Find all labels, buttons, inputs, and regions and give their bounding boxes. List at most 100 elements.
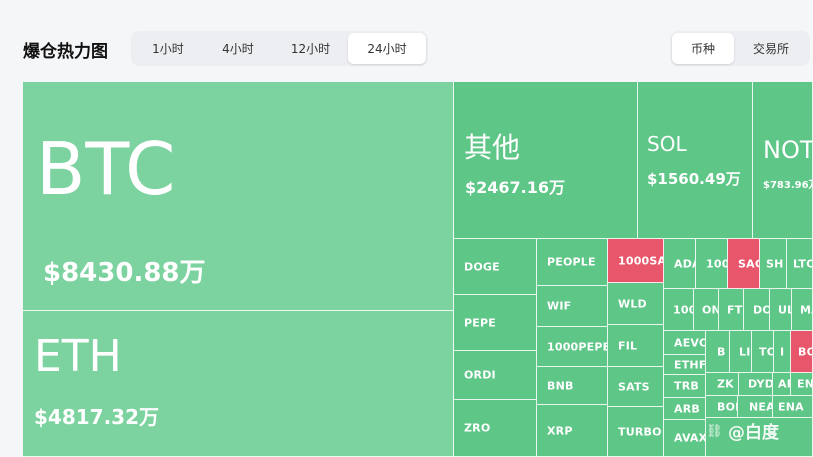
heatmap-tile[interactable]: TO — [752, 331, 774, 373]
liquidation-heatmap: BTC $8430.88万 ETH $4817.32万 其他 $2467.16万… — [23, 82, 813, 457]
heatmap-tile[interactable]: I — [774, 331, 791, 373]
heatmap-tile[interactable]: EN — [791, 373, 813, 396]
heatmap-tile[interactable]: XRP — [537, 405, 608, 457]
tile-symbol: FT — [727, 303, 743, 316]
heatmap-tile[interactable]: PEPE — [454, 295, 537, 351]
heatmap-tile[interactable]: BNB — [537, 367, 608, 405]
heatmap-tile-btc[interactable]: BTC $8430.88万 — [23, 82, 454, 311]
heatmap-tile[interactable]: AR — [773, 373, 791, 396]
heatmap-tile[interactable]: SH — [760, 239, 787, 289]
heatmap-tile[interactable]: SATS — [608, 367, 664, 407]
heatmap-tile[interactable]: LTC — [787, 239, 813, 289]
tile-symbol: NEA — [749, 400, 773, 413]
tile-symbol: FIL — [618, 339, 638, 352]
tile-symbol: SATS — [618, 380, 650, 393]
heatmap-tile-sol[interactable]: SOL $1560.49万 — [638, 82, 753, 239]
tile-symbol: BO — [798, 345, 812, 358]
tab-1h[interactable]: 1小时 — [133, 33, 203, 64]
tile-symbol: LTC — [793, 257, 813, 270]
tab-4h[interactable]: 4小时 — [203, 33, 273, 64]
tile-symbol: UL — [778, 303, 791, 316]
tile-symbol: LI — [739, 345, 751, 358]
link-icon: ⛓ — [706, 424, 723, 439]
view-mode-tabs: 币种 交易所 — [670, 31, 810, 66]
tab-12h[interactable]: 12小时 — [273, 33, 348, 64]
tile-symbol: TRB — [674, 379, 699, 393]
time-range-tabs: 1小时 4小时 12小时 24小时 — [131, 31, 428, 66]
tile-symbol: PEPE — [464, 316, 496, 329]
tile-symbol: ARB — [674, 402, 700, 415]
heatmap-tile[interactable]: PEOPLE — [537, 239, 608, 286]
heatmap-tile[interactable]: ORDI — [454, 351, 537, 400]
tile-symbol: MA — [800, 303, 812, 316]
watermark: @白度 — [728, 423, 779, 443]
tab-24h[interactable]: 24小时 — [348, 33, 426, 64]
heatmap-tile[interactable]: SAG — [728, 239, 760, 289]
heatmap-tile[interactable]: TRB — [664, 375, 706, 398]
tile-symbol: DYD — [748, 377, 773, 391]
heatmap-tile[interactable]: MA — [792, 289, 813, 331]
tile-symbol: ZRO — [464, 421, 491, 435]
heatmap-tile[interactable]: ARB — [664, 398, 706, 420]
heatmap-tile[interactable]: NEA — [738, 396, 773, 418]
heatmap-tile[interactable]: BOM — [706, 396, 738, 418]
heatmap-tile[interactable]: TURBO — [608, 407, 664, 457]
heatmap-tile[interactable]: BO — [791, 331, 813, 373]
tile-symbol: PEOPLE — [547, 255, 596, 269]
tile-symbol: ETH — [34, 331, 122, 382]
heatmap-tile[interactable]: AEVO — [664, 331, 706, 355]
heatmap-tile[interactable]: B — [706, 331, 730, 373]
tile-amount: $1560.49万 — [647, 170, 741, 188]
tile-symbol: BTC — [36, 127, 176, 211]
tile-symbol: AR — [778, 377, 790, 391]
tile-symbol: SOL — [647, 132, 687, 156]
heatmap-tile-eth[interactable]: ETH $4817.32万 — [23, 311, 454, 457]
tile-amount: $2467.16万 — [465, 178, 566, 197]
tile-symbol: ORDI — [464, 368, 496, 382]
tile-symbol: ZK — [717, 377, 734, 391]
heatmap-tile[interactable]: DOGE — [454, 239, 537, 295]
heatmap-tile[interactable]: ON — [694, 289, 719, 331]
tile-symbol: DO — [753, 303, 769, 316]
tile-symbol: WLD — [618, 297, 647, 310]
tile-symbol: NOT — [763, 136, 813, 164]
tile-symbol: ENA — [778, 400, 804, 413]
heatmap-tile[interactable]: LI — [730, 331, 752, 373]
tile-symbol: DOGE — [464, 260, 500, 273]
tile-symbol: ETHFI — [674, 358, 706, 371]
heatmap-tile[interactable]: ZRO — [454, 400, 537, 457]
heatmap-tile[interactable]: DO — [744, 289, 770, 331]
tile-symbol: TURBO — [618, 425, 662, 438]
heatmap-tile-not[interactable]: NOT $783.96万 — [753, 82, 813, 239]
heatmap-tile[interactable]: UL — [770, 289, 792, 331]
heatmap-tile[interactable]: ETHFI — [664, 355, 706, 375]
heatmap-tile[interactable]: 1000SATS — [608, 239, 664, 283]
heatmap-tile[interactable]: FT — [719, 289, 744, 331]
heatmap-tile[interactable]: ENA — [773, 396, 813, 418]
heatmap-tile-other[interactable]: 其他 $2467.16万 — [454, 82, 638, 239]
tile-symbol: 1000SATS — [618, 254, 664, 267]
tile-symbol: 1000 — [706, 257, 727, 270]
tile-symbol: BNB — [547, 379, 574, 392]
tile-symbol: BOM — [717, 400, 737, 413]
tab-coin[interactable]: 币种 — [672, 33, 734, 64]
tile-symbol: AVAX — [674, 431, 706, 445]
tab-exchange[interactable]: 交易所 — [734, 33, 808, 64]
heatmap-tile[interactable]: WIF — [537, 286, 608, 327]
heatmap-tile[interactable]: 100 — [664, 289, 694, 331]
tile-amount: $8430.88万 — [43, 258, 206, 288]
heatmap-tile[interactable]: 1000 — [696, 239, 728, 289]
tile-symbol: SH — [766, 257, 784, 270]
heatmap-tile[interactable]: AVAX — [664, 420, 706, 457]
heatmap-tile[interactable]: ADA — [664, 239, 696, 289]
tile-symbol: 1000PEPE — [547, 340, 608, 353]
heatmap-tile[interactable]: 1000PEPE — [537, 327, 608, 367]
heatmap-tile[interactable]: DYD — [739, 373, 773, 396]
tile-symbol: TO — [759, 345, 773, 358]
heatmap-tile[interactable]: ZK — [706, 373, 739, 396]
tile-symbol: B — [717, 345, 726, 358]
heatmap-tile[interactable]: FIL — [608, 325, 664, 367]
tile-symbol: ADA — [674, 257, 695, 270]
tile-symbol: AEVO — [674, 336, 706, 349]
heatmap-tile[interactable]: WLD — [608, 283, 664, 325]
